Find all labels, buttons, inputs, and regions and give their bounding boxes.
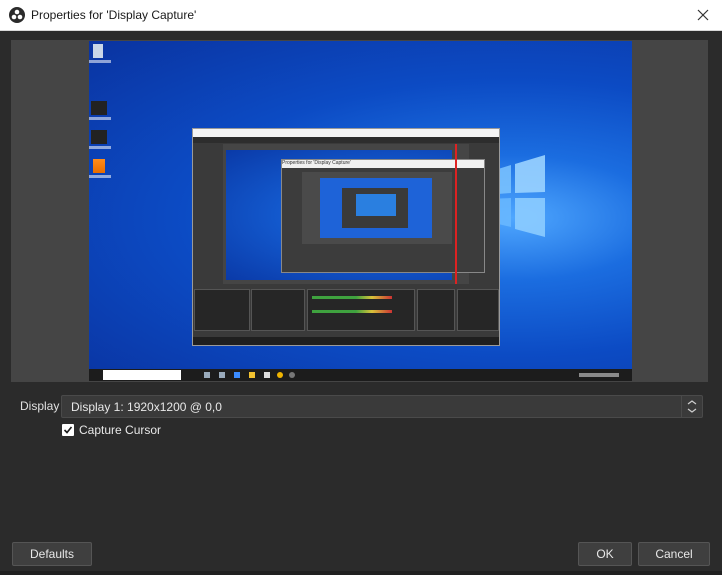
title-bar: Properties for 'Display Capture' — [0, 0, 722, 31]
desktop-taskbar — [89, 369, 632, 381]
capture-preview: Properties for 'Display Capture' — [11, 40, 708, 382]
taskbar-app-icon — [264, 372, 270, 378]
status-strip — [0, 571, 722, 575]
desktop-icon-label — [89, 60, 111, 63]
checkmark-icon — [63, 426, 73, 434]
nested-deep-window — [342, 188, 408, 228]
defaults-button[interactable]: Defaults — [12, 542, 92, 566]
audio-meter — [312, 296, 392, 299]
nested-scenes-dock — [194, 289, 250, 331]
desktop-icon-label — [89, 146, 111, 149]
nested-desktop: Properties for 'Display Capture' — [226, 150, 485, 280]
vlc-icon — [93, 159, 105, 173]
cancel-button[interactable]: Cancel — [638, 542, 710, 566]
ok-button[interactable]: OK — [578, 542, 632, 566]
nested-sources-dock — [251, 289, 305, 331]
nested-mixer-dock — [307, 289, 415, 331]
spinner-arrows-icon[interactable] — [681, 396, 702, 417]
capture-cursor-checkbox[interactable] — [62, 424, 74, 436]
window-title: Properties for 'Display Capture' — [31, 8, 197, 22]
display-label: Display — [20, 399, 60, 413]
taskbar-search — [103, 370, 181, 380]
desktop-icon-label — [89, 175, 111, 178]
desktop-icon-label — [89, 117, 111, 120]
taskbar-app-icon — [277, 372, 283, 378]
audio-meter — [312, 310, 392, 313]
system-tray — [579, 373, 619, 377]
taskbar-app-icon — [219, 372, 225, 378]
taskbar-app-icon — [289, 372, 295, 378]
nested-dialog-preview — [302, 172, 452, 244]
recycle-bin-icon — [93, 44, 103, 58]
nested-deep-preview — [356, 194, 396, 216]
taskbar-app-icon — [204, 372, 210, 378]
display-select[interactable]: Display 1: 1920x1200 @ 0,0 — [61, 395, 703, 418]
nested-status-bar — [193, 337, 499, 345]
nested-obs-window: Properties for 'Display Capture' — [192, 128, 500, 346]
taskbar-app-icon — [249, 372, 255, 378]
obs-shortcut-icon — [91, 101, 107, 115]
display-select-value: Display 1: 1920x1200 @ 0,0 — [71, 400, 222, 414]
nested-dialog-title: Properties for 'Display Capture' — [282, 160, 484, 168]
close-icon — [697, 9, 709, 21]
red-marker — [455, 144, 457, 284]
obs-shortcut-icon — [91, 130, 107, 144]
nested-preview: Properties for 'Display Capture' — [223, 144, 485, 284]
nested-title-bar — [193, 129, 499, 137]
close-button[interactable] — [692, 4, 714, 26]
obs-logo-icon — [9, 7, 25, 23]
nested-menu-bar — [193, 137, 499, 143]
nested-deep-desktop — [320, 178, 432, 238]
captured-desktop: Properties for 'Display Capture' — [89, 41, 632, 381]
taskbar-app-icon — [234, 372, 240, 378]
nested-controls-dock — [457, 289, 499, 331]
nested-transitions-dock — [417, 289, 455, 331]
capture-cursor-label[interactable]: Capture Cursor — [79, 423, 161, 437]
